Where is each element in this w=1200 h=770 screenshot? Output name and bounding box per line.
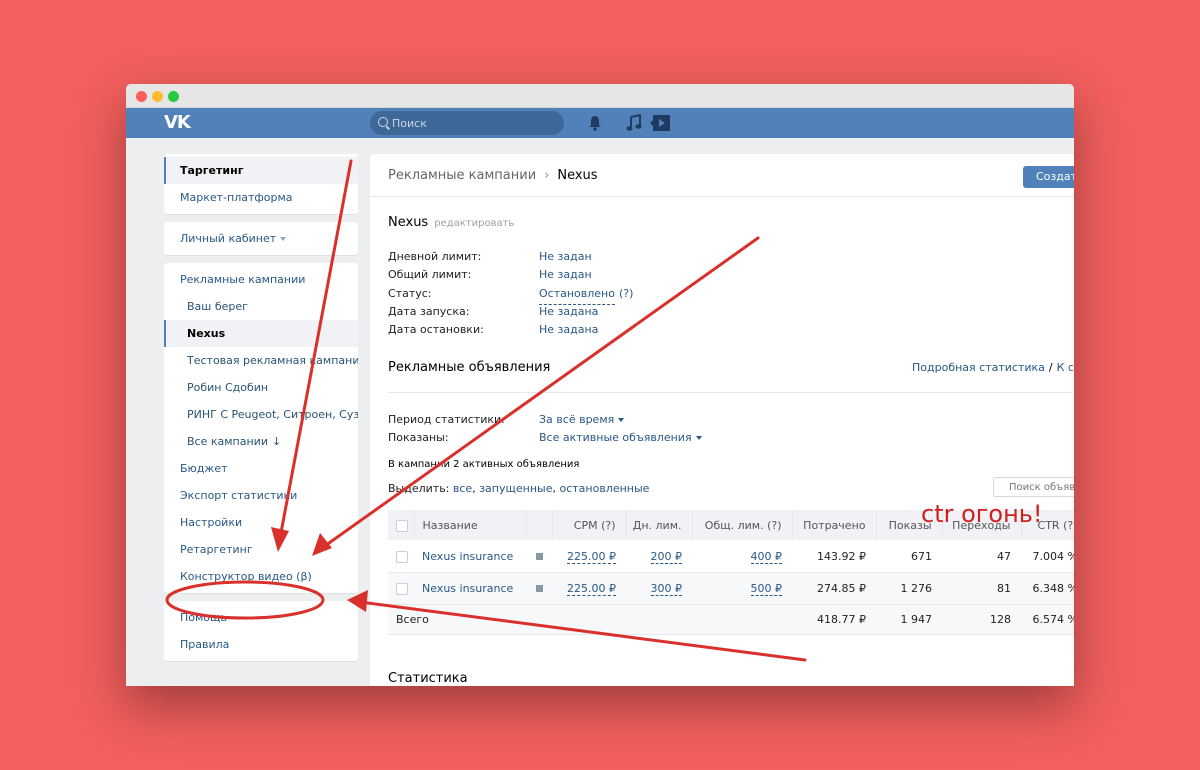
annotation-text: ctr огонь! [921, 500, 1043, 528]
red-arrow-line-2 [320, 236, 760, 550]
arrowhead-icon [271, 527, 289, 552]
red-arrow-line-1 [278, 159, 353, 540]
arrowhead-icon [312, 533, 332, 556]
highlight-ellipse [165, 580, 325, 620]
red-arrow-line-3 [358, 600, 807, 662]
annotation-overlay [165, 159, 807, 662]
arrowhead-icon [347, 590, 368, 612]
